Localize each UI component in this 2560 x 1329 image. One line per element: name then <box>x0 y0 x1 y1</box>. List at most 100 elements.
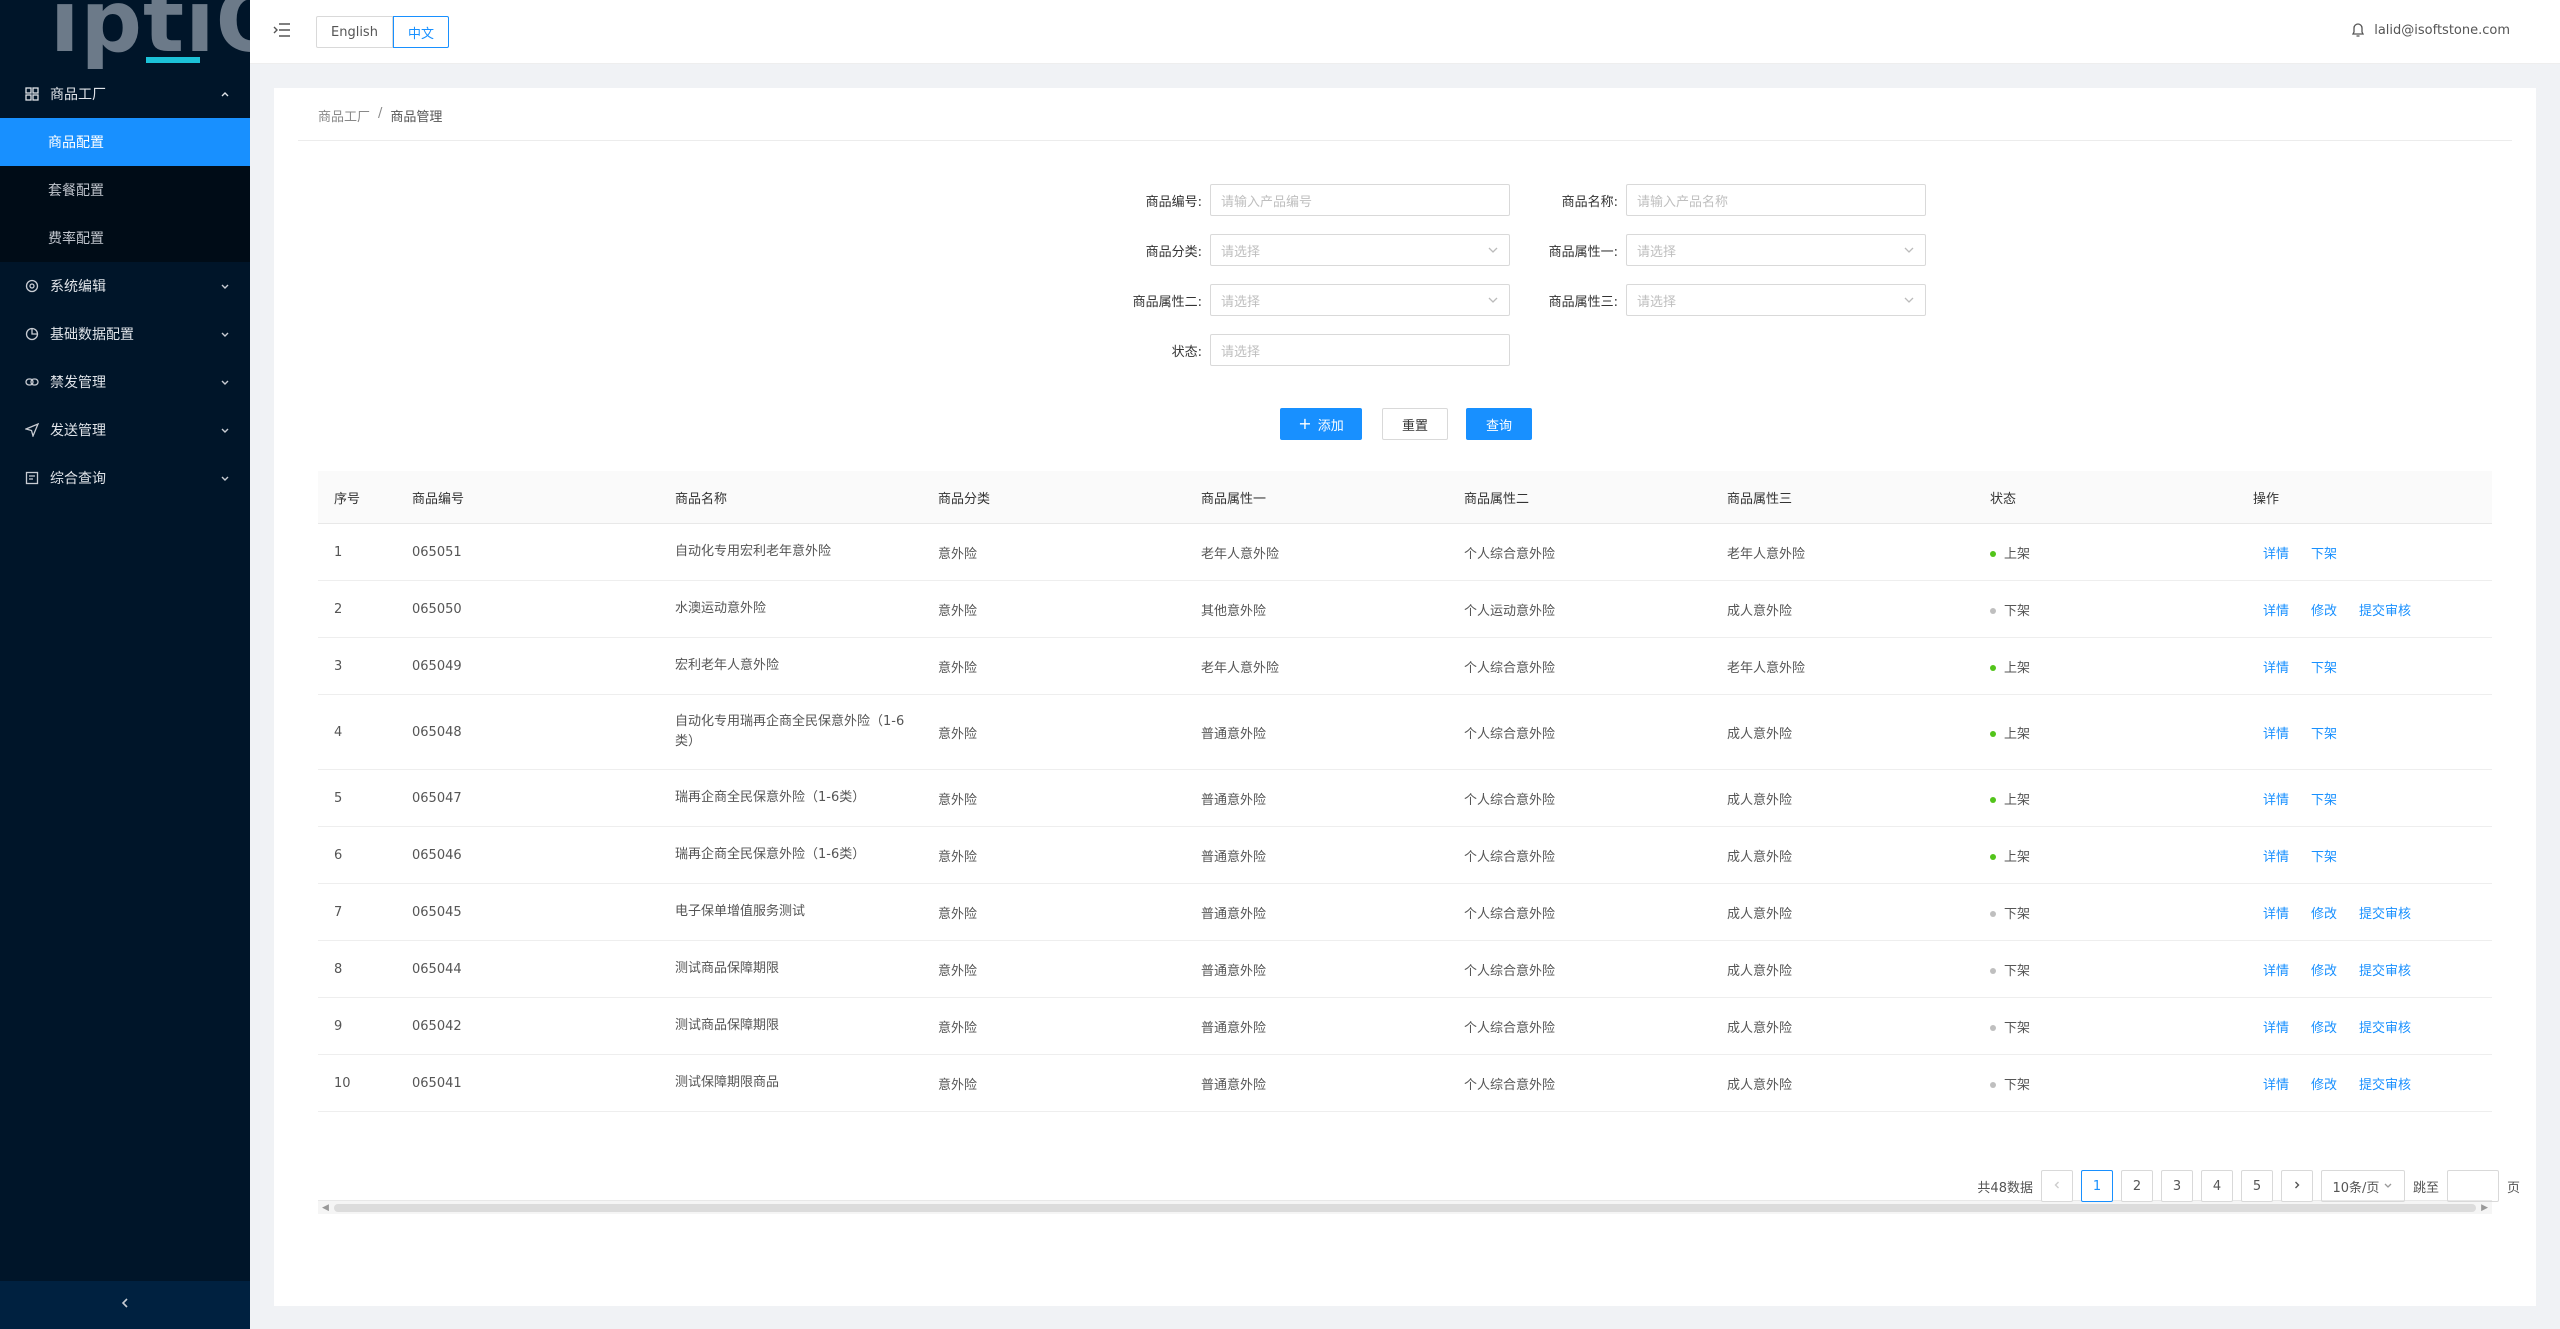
logo[interactable]: iptiQ <box>0 0 250 70</box>
cell-category: 意外险 <box>922 846 1185 865</box>
cell-category: 意外险 <box>922 789 1185 808</box>
submit-review-link[interactable]: 提交审核 <box>2359 903 2411 922</box>
cell-attr1: 其他意外险 <box>1185 600 1448 619</box>
table-row: 2 065050 水澳运动意外险 意外险 其他意外险 个人运动意外险 成人意外险 下架 详情 修改… <box>318 581 2492 638</box>
cell-attr1: 普通意外险 <box>1185 960 1448 979</box>
attr2-select[interactable]: 请选择 <box>1210 284 1510 316</box>
take-down-link[interactable]: 下架 <box>2311 543 2337 562</box>
attr3-select[interactable]: 请选择 <box>1626 284 1926 316</box>
jump-page-input[interactable] <box>2446 1170 2499 1202</box>
query-button[interactable]: 查询 <box>1466 408 1532 440</box>
sidebar-group-label: 系统编辑 <box>50 279 106 295</box>
next-page-button[interactable] <box>2280 1170 2313 1202</box>
detail-link[interactable]: 详情 <box>2263 657 2289 676</box>
lang-english-button[interactable]: English <box>316 16 393 48</box>
detail-link[interactable]: 详情 <box>2263 723 2289 742</box>
reset-button[interactable]: 重置 <box>1382 408 1448 440</box>
cell-index-text: 1 <box>334 544 343 560</box>
sidebar-group-send-management[interactable]: 发送管理 <box>0 406 250 454</box>
detail-link[interactable]: 详情 <box>2263 1074 2289 1093</box>
sidebar-group-product-factory[interactable]: 商品工厂 <box>0 70 250 118</box>
sidebar-item-product-config[interactable]: 商品配置 <box>0 118 250 166</box>
edit-link[interactable]: 修改 <box>2311 600 2337 619</box>
detail-link[interactable]: 详情 <box>2263 846 2289 865</box>
cell-actions: 详情 修改 提交审核 <box>2237 903 2492 922</box>
product-code-input[interactable]: 请输入产品编号 <box>1210 184 1510 216</box>
cell-code: 065047 <box>396 791 659 806</box>
status-dot-icon <box>1990 665 1996 671</box>
scroll-right-icon[interactable]: ▶ <box>2481 1203 2488 1213</box>
edit-link[interactable]: 修改 <box>2311 903 2337 922</box>
detail-link[interactable]: 详情 <box>2263 1017 2289 1036</box>
cell-attr3-text: 成人意外险 <box>1727 792 1793 808</box>
sidebar-item-label: 套餐配置 <box>48 183 104 199</box>
edit-link[interactable]: 修改 <box>2311 1017 2337 1036</box>
status-placeholder: 请选择 <box>1221 344 1261 360</box>
reset-button-label: 重置 <box>1401 418 1428 434</box>
cell-code-text: 065048 <box>412 724 462 740</box>
cell-status: 下架 <box>1974 903 2237 922</box>
detail-link[interactable]: 详情 <box>2263 543 2289 562</box>
sidebar-group-label: 综合查询 <box>50 471 106 487</box>
submit-review-link[interactable]: 提交审核 <box>2359 1017 2411 1036</box>
detail-link[interactable]: 详情 <box>2263 789 2289 808</box>
form-item-code: 商品编号: 请输入产品编号 <box>1090 184 1510 216</box>
sidebar-group-comprehensive-query[interactable]: 综合查询 <box>0 454 250 502</box>
query-button-label: 查询 <box>1485 418 1512 434</box>
cell-status: 上架 <box>1974 846 2237 865</box>
chevron-down-icon <box>1903 294 1915 306</box>
cell-attr3-text: 老年人意外险 <box>1727 660 1806 676</box>
scroll-left-icon[interactable]: ◀ <box>322 1203 329 1213</box>
user-email[interactable]: lalid@isoftstone.com <box>2374 23 2510 38</box>
horizontal-scrollbar[interactable]: ◀ ▶ <box>318 1200 2492 1214</box>
add-button[interactable]: + 添加 <box>1280 408 1362 440</box>
category-select[interactable]: 请选择 <box>1210 234 1510 266</box>
status-select[interactable]: 请选择 <box>1210 334 1510 366</box>
detail-link[interactable]: 详情 <box>2263 960 2289 979</box>
page-size-select[interactable]: 10条/页 <box>2320 1170 2405 1202</box>
cell-index-text: 7 <box>334 904 343 920</box>
take-down-link[interactable]: 下架 <box>2311 723 2337 742</box>
edit-link[interactable]: 修改 <box>2311 960 2337 979</box>
menu-fold-button[interactable] <box>272 22 292 42</box>
submit-review-link[interactable]: 提交审核 <box>2359 960 2411 979</box>
lang-chinese-button[interactable]: 中文 <box>392 16 449 48</box>
submit-review-link[interactable]: 提交审核 <box>2359 1074 2411 1093</box>
cell-status: 下架 <box>1974 600 2237 619</box>
take-down-link[interactable]: 下架 <box>2311 657 2337 676</box>
table-row: 7 065045 电子保单增值服务测试 意外险 普通意外险 个人综合意外险 成人意外险 下架 详… <box>318 884 2492 941</box>
form-item-attr1: 商品属性一: 请选择 <box>1506 234 1926 266</box>
detail-link[interactable]: 详情 <box>2263 600 2289 619</box>
breadcrumb-parent[interactable]: 商品工厂 <box>318 106 370 125</box>
product-name-input[interactable]: 请输入产品名称 <box>1626 184 1926 216</box>
take-down-link[interactable]: 下架 <box>2311 846 2337 865</box>
attr1-select[interactable]: 请选择 <box>1626 234 1926 266</box>
bell-icon[interactable] <box>2348 20 2368 40</box>
page-button-5[interactable]: 5 <box>2240 1170 2273 1202</box>
page-button-1[interactable]: 1 <box>2080 1170 2113 1202</box>
attr1-placeholder: 请选择 <box>1637 244 1677 260</box>
sidebar-group-ban-management[interactable]: 禁发管理 <box>0 358 250 406</box>
detail-link[interactable]: 详情 <box>2263 903 2289 922</box>
sidebar-item-package-config[interactable]: 套餐配置 <box>0 166 250 214</box>
column-header: 商品属性二 <box>1464 491 1530 507</box>
submit-review-link[interactable]: 提交审核 <box>2359 600 2411 619</box>
cell-attr1: 老年人意外险 <box>1185 657 1448 676</box>
sidebar-collapse-button[interactable] <box>0 1281 250 1329</box>
attr1-label: 商品属性一: <box>1548 244 1618 260</box>
chevron-right-icon <box>2292 1179 2302 1194</box>
column-header: 商品编号 <box>412 491 465 507</box>
page-button-4[interactable]: 4 <box>2200 1170 2233 1202</box>
sidebar-group-system-edit[interactable]: 系统编辑 <box>0 262 250 310</box>
page-button-2[interactable]: 2 <box>2120 1170 2153 1202</box>
form-item-name: 商品名称: 请输入产品名称 <box>1506 184 1926 216</box>
sidebar-item-rate-config[interactable]: 费率配置 <box>0 214 250 262</box>
take-down-link[interactable]: 下架 <box>2311 789 2337 808</box>
prev-page-button[interactable] <box>2040 1170 2073 1202</box>
page-button-3[interactable]: 3 <box>2160 1170 2193 1202</box>
sidebar-group-basic-data[interactable]: 基础数据配置 <box>0 310 250 358</box>
cell-category: 意外险 <box>922 1017 1185 1036</box>
scrollbar-thumb[interactable] <box>334 1204 2476 1212</box>
edit-link[interactable]: 修改 <box>2311 1074 2337 1093</box>
cell-name-text: 瑞再企商全民保意外险（1-6类） <box>675 847 866 862</box>
